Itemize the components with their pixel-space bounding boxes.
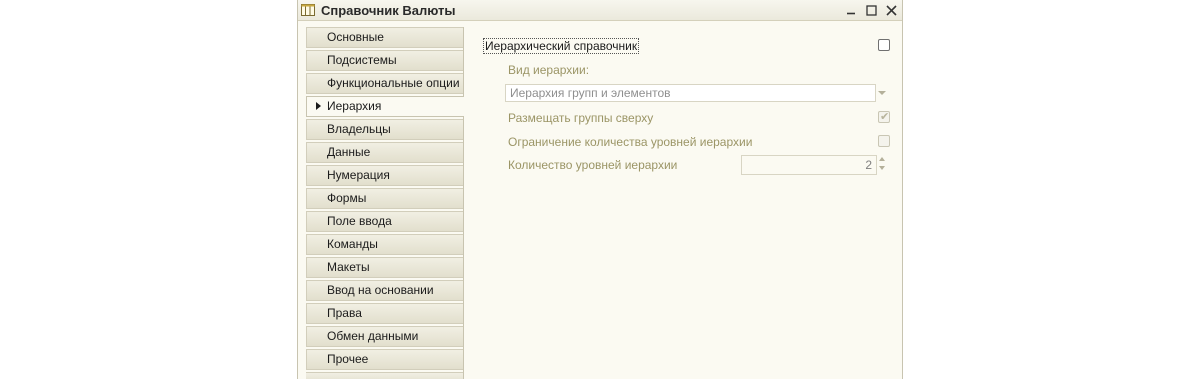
- levels-count-label: Количество уровней иерархии: [508, 158, 678, 172]
- sidebar-item[interactable]: Владельцы: [306, 119, 463, 140]
- sidebar-item[interactable]: Ввод на основании: [306, 280, 463, 301]
- limit-levels-checkbox[interactable]: [878, 135, 890, 147]
- sidebar-item[interactable]: Нумерация: [306, 165, 463, 186]
- sidebar-item-label: Обмен данными: [327, 329, 419, 343]
- sidebar-item-label: Формы: [327, 191, 367, 205]
- limit-levels-label: Ограничение количества уровней иерархии: [508, 135, 753, 149]
- maximize-icon[interactable]: [862, 1, 880, 19]
- groups-on-top-checkbox[interactable]: ✔: [878, 111, 890, 123]
- hierarchical-catalog-label[interactable]: Иерархический справочник: [483, 38, 640, 54]
- levels-count-input[interactable]: 2: [741, 155, 877, 175]
- sidebar-item-label: Основные: [327, 30, 384, 44]
- sidebar-item-label: Функциональные опции: [327, 76, 460, 90]
- hierarchy-kind-select[interactable]: Иерархия групп и элементов: [505, 84, 876, 102]
- levels-count-value: 2: [865, 158, 872, 172]
- hierarchy-panel: Иерархический справочник Вид иерархии: И…: [463, 27, 897, 379]
- catalog-window: Справочник Валюты Основные Подсистемы Функ…: [297, 0, 903, 379]
- hierarchy-kind-value: Иерархия групп и элементов: [510, 86, 671, 100]
- groups-on-top-label: Размещать группы сверху: [508, 111, 654, 125]
- sidebar-item[interactable]: Основные: [306, 27, 463, 48]
- sidebar-item-label: Данные: [327, 145, 371, 159]
- sidebar-item-label: Подсистемы: [327, 53, 397, 67]
- sidebar-item-label: Права: [327, 306, 362, 320]
- sidebar-item[interactable]: Функциональные опции: [306, 73, 463, 94]
- sidebar-item-label: Ввод на основании: [327, 283, 434, 297]
- sidebar-item[interactable]: Права: [306, 303, 463, 324]
- sidebar-item-label: Иерархия: [327, 99, 382, 113]
- sidebar-item[interactable]: Иерархия: [306, 96, 464, 117]
- spin-up-icon[interactable]: [879, 157, 885, 161]
- sidebar-item[interactable]: Обмен данными: [306, 326, 463, 347]
- sidebar-item-label: Команды: [327, 237, 378, 251]
- sidebar-item-label: Владельцы: [327, 122, 391, 136]
- sidebar-item-label: Прочее: [327, 352, 369, 366]
- minimize-icon[interactable]: [842, 1, 860, 19]
- sidebar-item-label: Макеты: [327, 260, 370, 274]
- active-marker-icon: [316, 102, 321, 110]
- sidebar-item[interactable]: Данные: [306, 142, 463, 163]
- spin-down-icon[interactable]: [879, 166, 885, 170]
- sidebar-item[interactable]: Макеты: [306, 257, 463, 278]
- window-controls: [842, 0, 900, 20]
- title-bar: Справочник Валюты: [298, 0, 902, 21]
- window-title: Справочник Валюты: [321, 2, 456, 18]
- table-icon: [301, 4, 315, 16]
- sidebar-item[interactable]: Поле ввода: [306, 211, 463, 232]
- sidebar: Основные Подсистемы Функциональные опции Ие…: [306, 27, 464, 372]
- sidebar-item-label: Нумерация: [327, 168, 390, 182]
- sidebar-item[interactable]: Подсистемы: [306, 50, 463, 71]
- sidebar-item[interactable]: Формы: [306, 188, 463, 209]
- hierarchy-kind-label: Вид иерархии:: [508, 63, 590, 77]
- sidebar-item[interactable]: Команды: [306, 234, 463, 255]
- hierarchical-catalog-checkbox[interactable]: [878, 39, 890, 51]
- levels-count-spinner[interactable]: [879, 155, 887, 173]
- sidebar-item[interactable]: Прочее: [306, 349, 463, 370]
- chevron-down-icon[interactable]: [878, 91, 886, 95]
- checkmark-icon: ✔: [880, 111, 890, 123]
- close-icon[interactable]: [882, 1, 900, 19]
- sidebar-item-label: Поле ввода: [327, 214, 392, 228]
- sidebar-filler: [306, 372, 463, 379]
